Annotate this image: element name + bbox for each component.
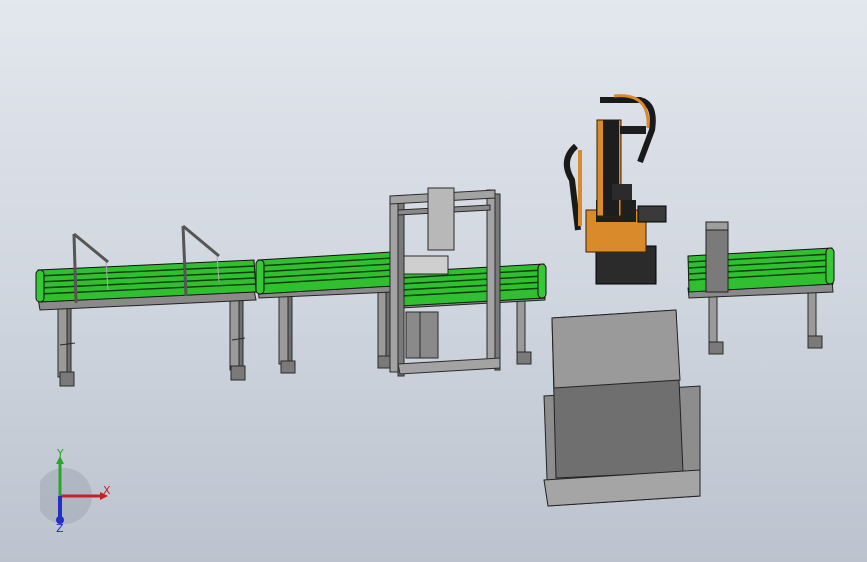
- palletizing-robot[interactable]: [563, 94, 667, 285]
- model-viewport[interactable]: [0, 0, 867, 562]
- conveyor-left[interactable]: [35, 224, 257, 387]
- triad-x-label: X: [103, 484, 111, 497]
- pallet-station[interactable]: [543, 309, 701, 507]
- triad-y-label: Y: [56, 448, 64, 460]
- coordinate-triad: X Y Z: [40, 448, 111, 534]
- triad-z-label: Z: [56, 522, 64, 534]
- conveyor-right[interactable]: [687, 221, 835, 355]
- conveyor-middle[interactable]: [255, 251, 394, 374]
